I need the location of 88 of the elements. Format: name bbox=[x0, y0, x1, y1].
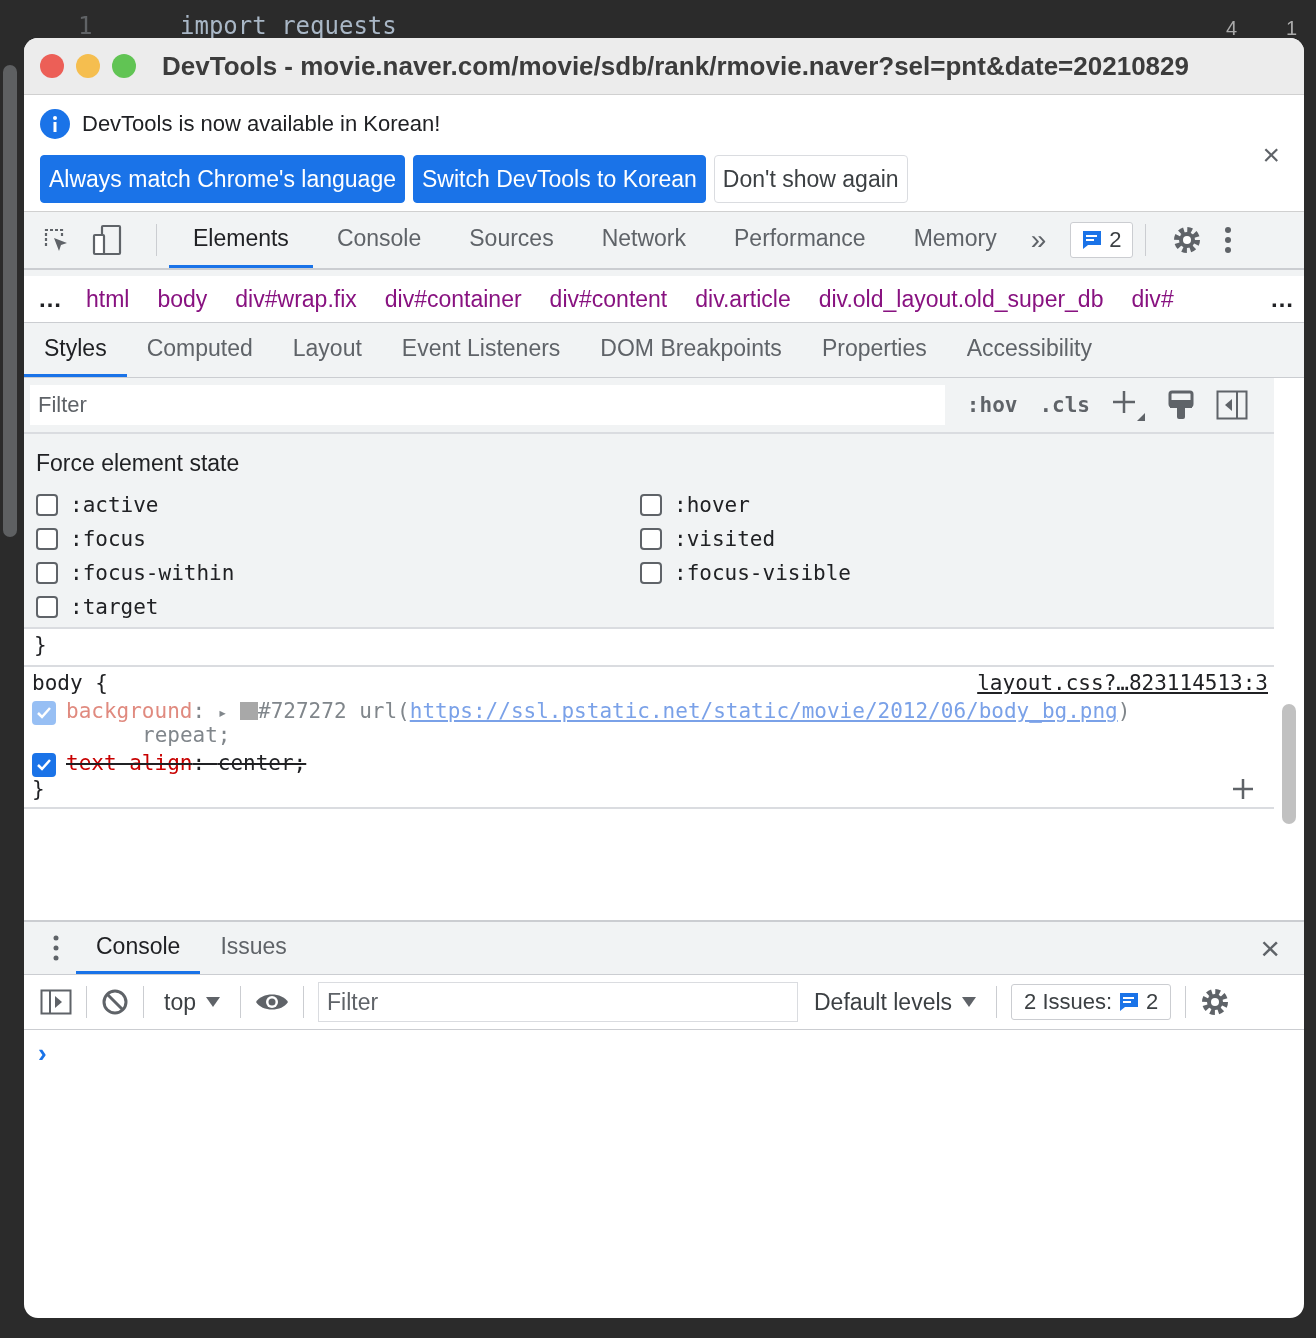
checkbox[interactable] bbox=[36, 494, 58, 516]
scrollbar-thumb[interactable] bbox=[3, 65, 17, 537]
breadcrumb[interactable]: div# bbox=[1131, 285, 1174, 313]
caret-icon bbox=[206, 997, 220, 1007]
checkbox[interactable] bbox=[32, 753, 56, 777]
css-value: repeat; bbox=[142, 723, 232, 747]
sidebar-tab[interactable]: DOM Breakpoints bbox=[580, 323, 802, 377]
breadcrumb[interactable]: div.old_layout.old_super_db bbox=[818, 285, 1104, 313]
close-button[interactable]: × bbox=[1254, 927, 1286, 969]
breadcrumb[interactable]: html bbox=[86, 285, 130, 313]
code-brace: } bbox=[32, 777, 45, 801]
checkbox-label: :focus-visible bbox=[674, 561, 851, 585]
checkbox-label: :visited bbox=[674, 527, 776, 551]
checkbox-label: :hover bbox=[674, 493, 750, 517]
panel-tab[interactable]: Performance bbox=[710, 212, 890, 268]
close-light[interactable] bbox=[40, 54, 64, 78]
caret-icon bbox=[962, 997, 977, 1007]
info-message: DevTools is now available in Korean! bbox=[82, 111, 441, 137]
checkbox-label: :target bbox=[70, 595, 159, 619]
infobar-button[interactable]: Always match Chrome's language bbox=[40, 155, 405, 203]
context-dropdown[interactable]: top bbox=[158, 987, 226, 1017]
infobar-button[interactable]: Don't show again bbox=[713, 155, 908, 203]
sidebar-tab[interactable]: Accessibility bbox=[946, 323, 1112, 377]
code-brace: } bbox=[34, 633, 47, 657]
filter-field[interactable]: Filter bbox=[318, 982, 798, 1022]
panel-tab[interactable]: Elements bbox=[169, 212, 313, 268]
message-icon bbox=[1081, 229, 1104, 251]
add-rule-icon[interactable] bbox=[1112, 389, 1146, 421]
panel-tab[interactable]: Sources bbox=[445, 212, 578, 268]
drawer-tab[interactable]: Console bbox=[76, 922, 201, 974]
check-count: 1 bbox=[1286, 18, 1298, 38]
add-icon[interactable] bbox=[1232, 778, 1254, 800]
sidebar-tab[interactable]: Computed bbox=[126, 323, 273, 377]
line-number: 1 bbox=[78, 14, 93, 38]
settings-icon[interactable] bbox=[1171, 225, 1202, 255]
css-declaration: background: ▸ #727272 url(https://ssl.pstatic.net/static/movie/2012/06/body_bg.png) bbox=[66, 699, 1131, 723]
sidebar-toggle-icon[interactable] bbox=[40, 989, 72, 1015]
scroll-right-button[interactable]: … bbox=[1270, 285, 1294, 313]
infobar-button[interactable]: Switch DevTools to Korean bbox=[413, 155, 706, 203]
checkbox-label: :active bbox=[70, 493, 159, 517]
device-icon[interactable] bbox=[92, 224, 122, 256]
levels-dropdown[interactable]: Default levels bbox=[808, 987, 983, 1017]
checkbox[interactable] bbox=[36, 596, 58, 618]
paint-brush-icon[interactable] bbox=[1168, 390, 1194, 420]
checkbox[interactable] bbox=[36, 528, 58, 550]
breadcrumb[interactable]: div#content bbox=[549, 285, 668, 313]
class-toggle[interactable]: .cls bbox=[1039, 393, 1090, 417]
checkbox[interactable] bbox=[640, 562, 662, 584]
scroll-left-button[interactable]: … bbox=[38, 285, 62, 313]
breadcrumb[interactable]: div#container bbox=[384, 285, 522, 313]
close-button[interactable]: × bbox=[1256, 137, 1286, 173]
settings-icon[interactable] bbox=[1200, 987, 1231, 1017]
drawer-tab[interactable]: Issues bbox=[200, 922, 307, 974]
hover-toggle[interactable]: :hov bbox=[966, 393, 1018, 417]
warning-count: 4 bbox=[1226, 18, 1238, 38]
color-swatch[interactable] bbox=[240, 702, 259, 720]
issues-button[interactable]: 2 bbox=[1070, 222, 1133, 258]
more-tabs-button[interactable]: » bbox=[1020, 224, 1057, 256]
css-selector: body { bbox=[32, 671, 108, 695]
checkbox[interactable] bbox=[640, 494, 662, 516]
window-title: DevTools - movie.naver.com/movie/sdb/rank/rmovie.naver?sel=pnt&date=20210829 bbox=[162, 50, 1189, 82]
checkbox-label: :focus-within bbox=[70, 561, 235, 585]
console-prompt[interactable]: › bbox=[38, 1038, 47, 1068]
filter-field[interactable]: Filter bbox=[30, 385, 945, 425]
checkbox[interactable] bbox=[640, 528, 662, 550]
message-icon bbox=[1118, 991, 1141, 1013]
panel-tab[interactable]: Memory bbox=[889, 212, 1021, 268]
section-heading: Force element state bbox=[36, 450, 240, 476]
checkbox[interactable] bbox=[36, 562, 58, 584]
breadcrumb[interactable]: div#wrap.fix bbox=[235, 285, 357, 313]
sidebar-tab[interactable]: Properties bbox=[801, 323, 947, 377]
more-options-icon[interactable] bbox=[1223, 226, 1232, 254]
issues-button[interactable]: 2 Issues: 2 bbox=[1011, 984, 1172, 1020]
code-line: import requests bbox=[180, 14, 397, 38]
sidebar-tab[interactable]: Layout bbox=[272, 323, 382, 377]
scrollbar-thumb[interactable] bbox=[1282, 704, 1296, 824]
checkbox-label: :focus bbox=[70, 527, 146, 551]
clear-console-icon[interactable] bbox=[101, 988, 129, 1016]
info-icon bbox=[40, 109, 70, 139]
sidebar-tab[interactable]: Event Listeners bbox=[381, 323, 581, 377]
panel-tab[interactable]: Console bbox=[312, 212, 446, 268]
more-options-icon[interactable] bbox=[52, 935, 60, 961]
breadcrumb[interactable]: div.article bbox=[695, 285, 791, 313]
panel-tab[interactable]: Network bbox=[577, 212, 710, 268]
css-declaration: text-align: center; bbox=[66, 751, 307, 775]
breadcrumb[interactable]: body bbox=[157, 285, 208, 313]
sidebar-toggle-icon[interactable] bbox=[1216, 390, 1248, 420]
source-link[interactable]: layout.css?…823114513:3 bbox=[977, 671, 1268, 695]
